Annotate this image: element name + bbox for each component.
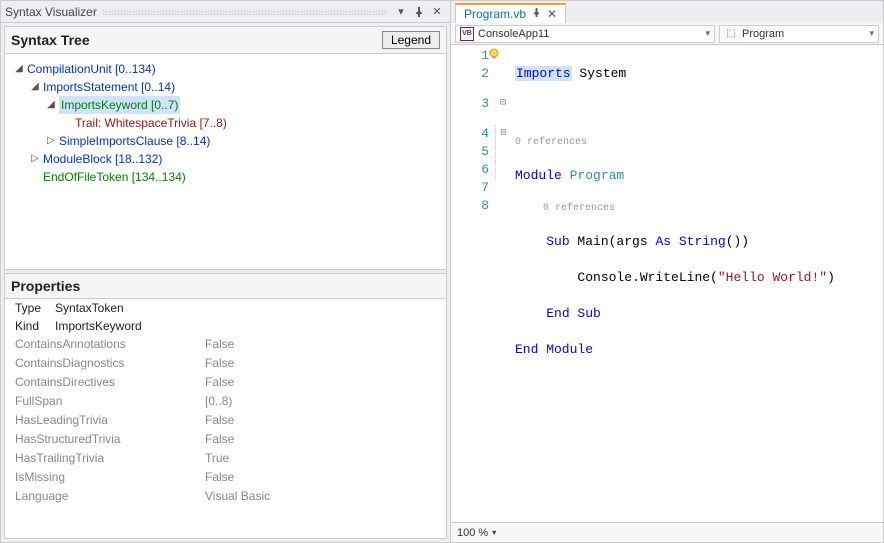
prop-value: [0..8) <box>205 393 436 410</box>
property-row[interactable]: ContainsDirectivesFalse <box>5 373 446 392</box>
prop-value: False <box>205 431 436 448</box>
prop-value: False <box>205 412 436 429</box>
tree-node-selected[interactable]: ImportsKeyword [0..7) <box>59 96 180 114</box>
prop-value: False <box>205 374 436 391</box>
expander-icon[interactable]: ▷ <box>29 150 41 168</box>
property-row[interactable]: ContainsDiagnosticsFalse <box>5 354 446 373</box>
panel-title: Syntax Visualizer <box>5 5 97 19</box>
syntax-tree[interactable]: ◢CompilationUnit [0..134) ◢ImportsStatem… <box>5 54 446 269</box>
pin-icon[interactable] <box>410 3 428 21</box>
property-row[interactable]: LanguageVisual Basic <box>5 487 446 506</box>
property-row[interactable]: HasLeadingTriviaFalse <box>5 411 446 430</box>
prop-name: ContainsDirectives <box>15 374 205 391</box>
prop-value: ImportsKeyword <box>55 319 142 333</box>
prop-name: HasStructuredTrivia <box>15 431 205 448</box>
properties-header: Properties <box>5 274 446 299</box>
chevron-down-icon: ▾ <box>869 28 874 39</box>
lightbulb-icon[interactable] <box>487 47 501 61</box>
prop-name: FullSpan <box>15 393 205 410</box>
syntax-visualizer-panel: Syntax Visualizer ▾ ✕ Syntax Tree Legend… <box>0 0 451 543</box>
prop-name: Language <box>15 488 205 505</box>
zoom-level[interactable]: 100 % <box>457 527 488 539</box>
prop-value: False <box>205 469 436 486</box>
editor-panel: Program.vb ✕ VB ConsoleApp11 ▾ ⬚ Program… <box>451 0 884 543</box>
tree-node[interactable]: SimpleImportsClause [8..14) <box>59 132 210 150</box>
expander-icon[interactable]: ◢ <box>29 78 41 96</box>
close-icon[interactable]: ✕ <box>428 3 446 21</box>
panel-titlebar[interactable]: Syntax Visualizer ▾ ✕ <box>1 1 450 23</box>
properties-grid[interactable]: ContainsAnnotationsFalseContainsDiagnost… <box>5 335 446 538</box>
fold-toggle[interactable]: ⊟ <box>495 125 511 143</box>
line-number-gutter: 1 2 3 4 5 6 7 8 <box>451 45 495 522</box>
property-row[interactable]: FullSpan[0..8) <box>5 392 446 411</box>
tree-header: Syntax Tree Legend <box>5 27 446 54</box>
tree-node[interactable]: ModuleBlock [18..132) <box>43 150 162 168</box>
prop-name: HasTrailingTrivia <box>15 450 205 467</box>
project-name: ConsoleApp11 <box>478 28 549 40</box>
expander-icon[interactable]: ▷ <box>45 132 57 150</box>
property-row[interactable]: HasTrailingTriviaTrue <box>5 449 446 468</box>
prop-name: HasLeadingTrivia <box>15 412 205 429</box>
editor-statusbar: 100 % ▾ <box>451 522 883 542</box>
close-icon[interactable]: ✕ <box>547 7 557 21</box>
prop-name: IsMissing <box>15 469 205 486</box>
prop-name: ContainsAnnotations <box>15 336 205 353</box>
expander-icon[interactable]: ◢ <box>45 96 57 114</box>
tree-node[interactable]: Trail: WhitespaceTrivia [7..8) <box>75 114 227 132</box>
code-token-selected[interactable]: Imports <box>515 66 572 81</box>
chevron-down-icon[interactable]: ▾ <box>492 528 496 537</box>
tree-node[interactable]: EndOfFileToken [134..134) <box>43 168 186 186</box>
prop-name: ContainsDiagnostics <box>15 355 205 372</box>
grip-icon[interactable] <box>103 9 386 15</box>
panel-menu-button[interactable]: ▾ <box>392 3 410 21</box>
property-row[interactable]: ContainsAnnotationsFalse <box>5 335 446 354</box>
tree-node[interactable]: CompilationUnit [0..134) <box>27 60 156 78</box>
property-row: Kind ImportsKeyword <box>5 317 446 335</box>
expander-icon[interactable]: ◢ <box>13 60 25 78</box>
tab-program-vb[interactable]: Program.vb ✕ <box>455 3 566 23</box>
prop-value: SyntaxToken <box>55 301 124 315</box>
member-name: Program <box>742 28 784 40</box>
prop-value: True <box>205 450 436 467</box>
prop-label: Kind <box>15 319 55 333</box>
legend-button[interactable]: Legend <box>382 31 440 49</box>
prop-value: Visual Basic <box>205 488 436 505</box>
tree-title: Syntax Tree <box>11 32 90 48</box>
property-row[interactable]: HasStructuredTriviaFalse <box>5 430 446 449</box>
tab-label: Program.vb <box>464 7 526 21</box>
vb-icon: VB <box>460 27 474 41</box>
tree-node[interactable]: ImportsStatement [0..14) <box>43 78 175 96</box>
property-row[interactable]: IsMissingFalse <box>5 468 446 487</box>
codelens[interactable]: 0 references <box>515 137 883 149</box>
fold-toggle[interactable]: ⊟ <box>495 95 511 113</box>
prop-label: Type <box>15 301 55 315</box>
pin-icon[interactable] <box>532 8 541 20</box>
chevron-down-icon: ▾ <box>705 28 710 39</box>
module-icon: ⬚ <box>724 27 738 41</box>
member-dropdown[interactable]: ⬚ Program ▾ <box>719 25 879 43</box>
prop-value: False <box>205 355 436 372</box>
property-row: Type SyntaxToken <box>5 299 446 317</box>
fold-gutter: ⊟ ⊟ <box>495 45 511 522</box>
navigation-bar: VB ConsoleApp11 ▾ ⬚ Program ▾ <box>451 23 883 45</box>
code-area[interactable]: Imports System 0 references Module Progr… <box>511 45 883 522</box>
codelens[interactable]: 0 references <box>515 203 883 215</box>
project-dropdown[interactable]: VB ConsoleApp11 ▾ <box>455 25 715 43</box>
code-editor[interactable]: 1 2 3 4 5 6 7 8 ⊟ ⊟ Imports Syste <box>451 45 883 522</box>
prop-value: False <box>205 336 436 353</box>
tab-strip[interactable]: Program.vb ✕ <box>451 1 883 23</box>
